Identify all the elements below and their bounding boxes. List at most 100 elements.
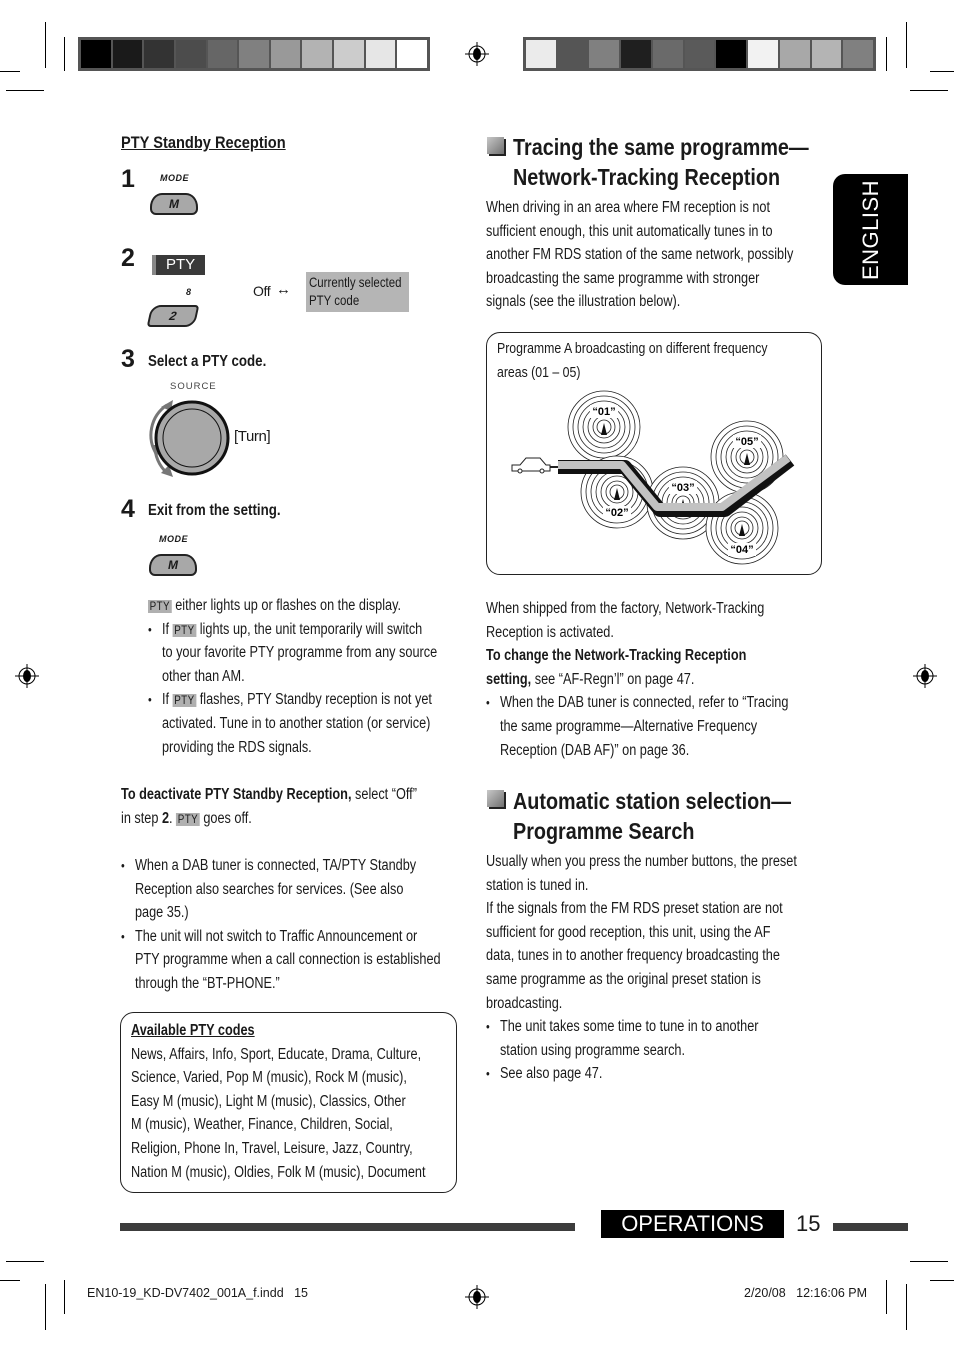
- programme-search-bullet: The unit takes some time to tune in to a…: [486, 1015, 797, 1062]
- bullet-line: When the DAB tuner is connected, refer t…: [499, 694, 789, 712]
- bullet-line: See also page 47.: [499, 1065, 603, 1083]
- body-line: broadcasting.: [486, 994, 563, 1012]
- body-line: When shipped from the factory, Network-T…: [486, 600, 765, 617]
- crop-mark: [64, 1280, 65, 1314]
- pty-codes-line: Nation M (music), Oldies, Folk M (music)…: [131, 1163, 426, 1181]
- step-reference: 2: [161, 809, 170, 827]
- programme-search-bullet: See also page 47.: [486, 1062, 797, 1086]
- section-title-line: Network-Tracking Reception: [513, 164, 781, 190]
- bullet-text: activated. Tune in to another station (o…: [161, 714, 431, 732]
- body-line: another FM RDS station of the same netwo…: [486, 246, 794, 264]
- mode-button[interactable]: M: [149, 554, 197, 576]
- mode-button-label: M: [168, 558, 178, 572]
- bullet-text: If: [161, 620, 170, 638]
- pty-standby-heading: PTY Standby Reception: [121, 133, 286, 152]
- pty-codes-content: Available PTY codes News, Affairs, Info,…: [131, 1019, 426, 1184]
- crop-mark: [930, 71, 954, 72]
- color-swatch: [144, 40, 174, 68]
- bullet-text: other than AM.: [161, 667, 245, 685]
- note-item: The unit will not switch to Traffic Anno…: [121, 925, 441, 996]
- body-line: If the signals from the FM RDS preset st…: [486, 900, 783, 918]
- deactivate-instructions: To deactivate PTY Standby Reception, sel…: [121, 783, 417, 830]
- mode-button-caption: MODE: [159, 534, 188, 544]
- section-bullet-icon: [487, 790, 504, 807]
- body-line: Reception is activated.: [486, 623, 614, 641]
- bullet-text: If: [161, 691, 170, 709]
- mode-button-label: M: [169, 197, 179, 211]
- step-label: Exit from the setting.: [148, 502, 281, 519]
- programme-search-body: Usually when you press the number button…: [486, 850, 797, 1086]
- illustration-caption: Programme A broadcasting on different fr…: [497, 337, 768, 384]
- preset-2-button[interactable]: 2: [146, 305, 200, 327]
- color-swatch: [589, 40, 620, 68]
- station-label: “01”: [592, 406, 615, 418]
- crop-mark: [64, 37, 65, 71]
- pty-codes-line: Religion, Phone In, Travel, Leisure, Jaz…: [131, 1139, 413, 1157]
- section-title-line: Programme Search: [513, 818, 695, 844]
- station-label: “04”: [730, 544, 753, 556]
- currently-selected-pty-box: Currently selected PTY code: [306, 272, 409, 312]
- color-swatch: [779, 40, 810, 68]
- bullet-line: station using programme search.: [499, 1041, 686, 1059]
- color-swatch: [207, 40, 238, 68]
- crop-mark: [6, 1261, 44, 1262]
- footer-rule-left: [120, 1223, 575, 1231]
- color-swatch: [365, 40, 396, 68]
- bullet-line: the same programme—Alternative Frequency: [499, 717, 758, 735]
- pty-indicator-tag: PTY: [148, 599, 172, 613]
- indicator-bullet: If PTY flashes, PTY Standby reception is…: [148, 688, 437, 759]
- section-bullet-icon: [487, 137, 504, 154]
- color-calibration-bar-left: [78, 37, 430, 71]
- color-swatch: [843, 40, 874, 68]
- pty-codes-line: Science, Varied, Pop M (music), Rock M (…: [131, 1069, 407, 1087]
- registration-mark-icon: [913, 664, 937, 688]
- note-line: When a DAB tuner is connected, TA/PTY St…: [134, 857, 417, 874]
- toggle-arrow-icon: ↔: [276, 281, 291, 298]
- section-title-line: Tracing the same programme—: [513, 134, 809, 160]
- network-tracking-diagram: “01” “02” “03” “04” “05”: [511, 390, 795, 565]
- body-line: see “AF-Regn’l” on page 47.: [531, 670, 695, 688]
- note-line: through the “BT-PHONE.”: [134, 974, 280, 992]
- step-number: 1: [121, 165, 135, 193]
- color-swatch: [302, 40, 333, 68]
- dab-note-bullet: When the DAB tuner is connected, refer t…: [486, 691, 788, 762]
- registration-mark-icon: [465, 1285, 489, 1309]
- note-line: page 35.): [134, 904, 189, 922]
- bullet-text: lights up, the unit temporarily will swi…: [199, 620, 423, 638]
- network-tracking-body: When driving in an area where FM recepti…: [486, 196, 793, 314]
- pty-indicator-tag: PTY: [172, 693, 197, 708]
- page-number: 15: [796, 1211, 821, 1236]
- preset-2-label: 2: [168, 309, 178, 323]
- body-line: data, tunes in to another frequency broa…: [486, 947, 780, 965]
- toggle-on-line1: Currently selected: [309, 274, 402, 290]
- indicator-bullet: If PTY lights up, the unit temporarily w…: [148, 618, 437, 689]
- knob-turn-label: [Turn]: [234, 428, 271, 445]
- step-number: 2: [121, 244, 135, 272]
- color-swatch: [81, 40, 111, 68]
- notes-list: When a DAB tuner is connected, TA/PTY St…: [121, 854, 441, 996]
- bullet-line: The unit takes some time to tune in to a…: [499, 1018, 759, 1036]
- language-tab-english: ENGLISH: [833, 174, 908, 285]
- color-swatch: [397, 40, 428, 68]
- crop-mark: [910, 90, 948, 91]
- mode-button[interactable]: M: [150, 193, 198, 215]
- crop-mark: [906, 1284, 907, 1330]
- caption-line: Programme A broadcasting on different fr…: [497, 340, 768, 357]
- color-swatch: [811, 40, 842, 68]
- section-footer-label: OPERATIONS: [601, 1210, 784, 1238]
- color-swatch: [557, 40, 588, 68]
- color-swatch: [112, 40, 143, 68]
- color-swatch: [748, 40, 778, 68]
- footer-rule-right: [833, 1223, 908, 1231]
- body-line: station is tuned in.: [486, 876, 589, 894]
- source-knob[interactable]: [145, 395, 235, 480]
- body-line: sufficient enough, this unit automatical…: [486, 222, 773, 240]
- station-label: “02”: [605, 507, 628, 519]
- crop-mark: [910, 1261, 948, 1262]
- toggle-on-line2: PTY code: [309, 292, 360, 308]
- body-line: same programme as the original preset st…: [486, 970, 761, 988]
- deactivate-text: .: [169, 809, 177, 827]
- body-line: broadcasting the same programme with str…: [486, 269, 760, 287]
- color-swatch: [684, 40, 715, 68]
- body-line: signals (see the illustration below).: [486, 293, 681, 311]
